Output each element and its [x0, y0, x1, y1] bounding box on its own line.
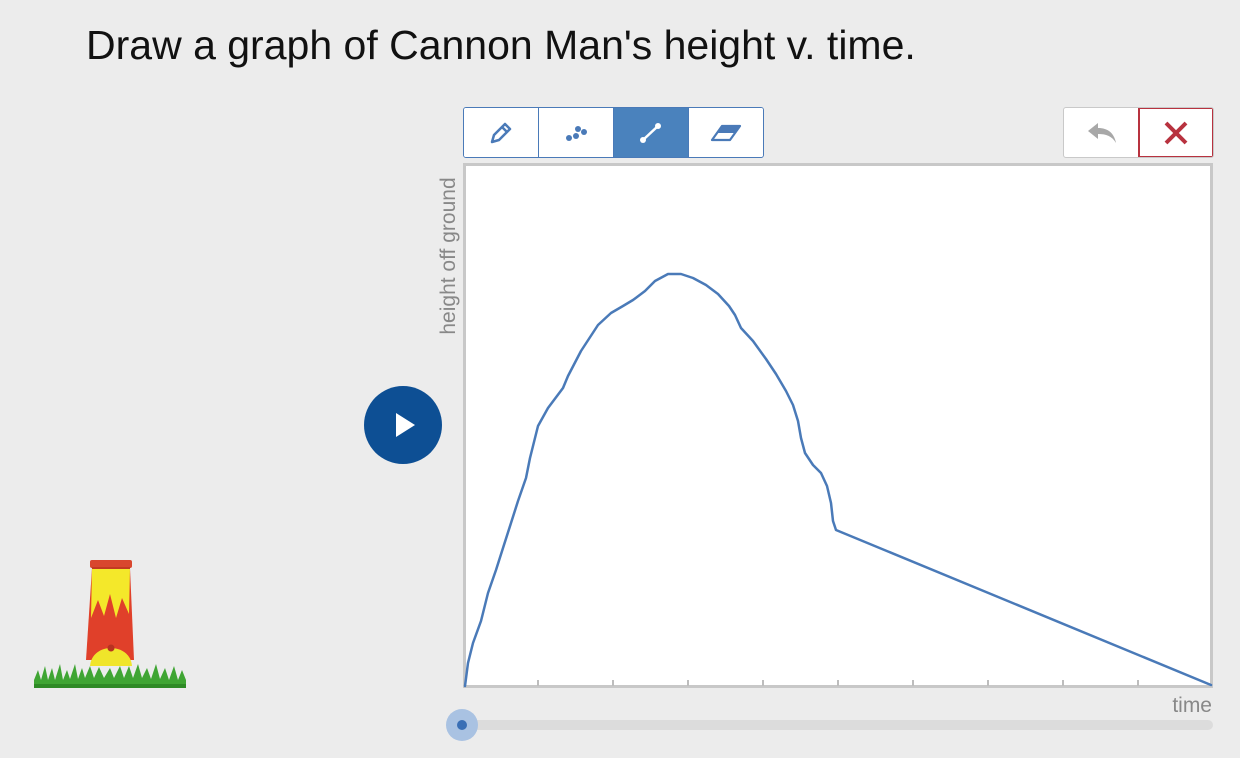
cannon-illustration: [34, 560, 186, 688]
graph-actions: [1063, 107, 1214, 158]
prompt-text: Draw a graph of Cannon Man's height v. t…: [86, 22, 916, 68]
eraser-tool-button[interactable]: [689, 108, 763, 157]
time-slider-handle[interactable]: [446, 709, 478, 741]
x-axis-label: time: [1172, 694, 1212, 717]
clear-button[interactable]: [1139, 108, 1213, 157]
pencil-icon: [490, 122, 512, 143]
slider-handle-dot: [457, 720, 467, 730]
close-icon: [1164, 121, 1188, 144]
points-tool-button[interactable]: [539, 108, 614, 157]
graph-canvas[interactable]: [463, 163, 1213, 688]
play-button[interactable]: [364, 386, 442, 464]
play-icon: [396, 413, 415, 437]
line-tool-button[interactable]: [614, 108, 689, 157]
y-axis-label: height off ground: [437, 177, 460, 335]
pencil-tool-button[interactable]: [464, 108, 539, 157]
undo-icon: [1088, 122, 1116, 143]
undo-button[interactable]: [1064, 108, 1139, 157]
eraser-icon: [710, 124, 742, 141]
line-segment-icon: [640, 122, 661, 143]
dots-icon: [566, 125, 587, 141]
time-slider-track[interactable]: [461, 720, 1213, 730]
drawing-toolbar: [463, 107, 764, 158]
